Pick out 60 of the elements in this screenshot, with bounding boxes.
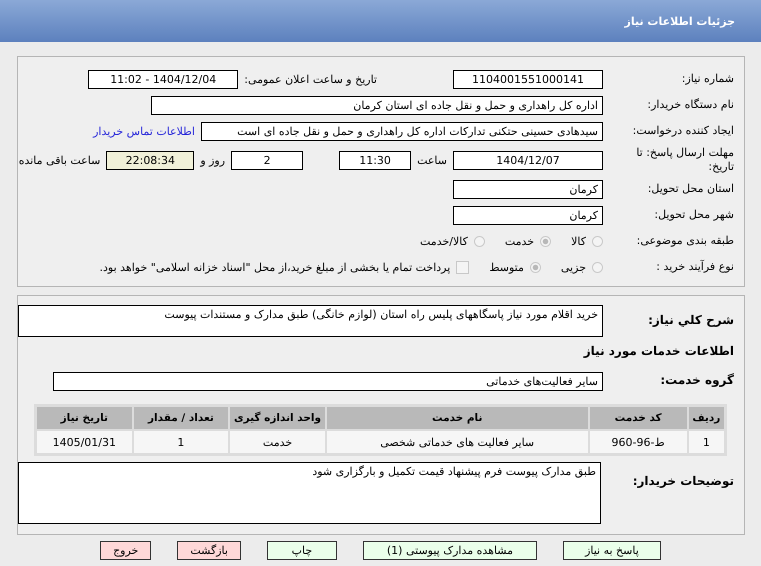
creator-field: سیدهادی حسینی حتکنی تدارکات اداره کل راهداری و حمل و نقل جاده ای است [201, 122, 603, 140]
buyer-field: اداره کل راهداری و حمل و نقل جاده ای استان کرمان [151, 96, 603, 114]
summary-textarea[interactable]: خرید اقلام مورد نیاز پاسگاههای پلیس راه استان (لوازم خانگی) طبق مدارک و مستندات پیوست [18, 305, 603, 337]
notes-textarea[interactable]: طبق مدارک پیوست فرم پیشنهاد قیمت تکمیل و بارگزاری شود [18, 462, 601, 524]
field-label: شرح کلي نياز: [647, 313, 734, 329]
time-label: ساعت [417, 154, 447, 166]
section-heading: اطلاعات خدمات مورد نیاز [584, 344, 734, 358]
option-label: کالا/خدمت [420, 234, 468, 248]
field-label: ایجاد کننده درخواست: [632, 124, 734, 138]
checkbox[interactable] [456, 260, 470, 274]
field-label: تاریخ و ساعت اعلان عمومی: [244, 72, 377, 86]
field-label: مهلت ارسال پاسخ: تا تاریخ: [635, 146, 734, 174]
option-label: پرداخت تمام یا بخشی از مبلغ خرید،از محل "اسناد خزانه اسلامی" خواهد بود. [100, 260, 450, 274]
table-cell: خدمت [230, 431, 325, 453]
need-number-field: 1104001551000141 [453, 70, 603, 88]
action-button[interactable]: پاسخ به نیاز [562, 541, 661, 560]
table-cell: ط-96-960 [590, 431, 687, 453]
field-label: نوع فرآیند خرید : [655, 260, 734, 274]
column-header: واحد اندازه گیری [230, 407, 325, 429]
province-field: کرمان [453, 180, 603, 198]
page-title: جزئیات اطلاعات نیاز [624, 14, 735, 28]
table-cell: 1405/01/31 [37, 431, 132, 453]
radio-button[interactable] [474, 236, 485, 246]
deadline-date-field: 1404/12/07 [453, 150, 603, 170]
radio-button[interactable] [530, 262, 541, 272]
option-label: خدمت [504, 234, 534, 248]
action-button[interactable]: خروج [100, 541, 152, 560]
days-field: 2 [231, 150, 304, 170]
action-button[interactable]: بازگشت [177, 541, 241, 560]
table-cell: 1 [688, 431, 724, 453]
option-label: متوسط [489, 260, 524, 274]
field-label: طبقه بندی موضوعی: [636, 234, 734, 248]
field-label: نام دستگاه خریدار: [646, 98, 734, 112]
field-label: استان محل تحویل: [646, 182, 734, 196]
column-header: تاریخ نیاز [37, 407, 132, 429]
contact-link[interactable]: اطلاعات تماس خریدار [93, 124, 195, 138]
remaining-label: ساعت باقی مانده [18, 154, 100, 166]
column-header: کد خدمت [590, 407, 687, 429]
option-label: جزیی [560, 260, 586, 274]
table-cell: 1 [134, 431, 228, 453]
table-cell: سایر فعالیت های خدماتی شخصی [326, 431, 588, 453]
radio-button[interactable] [592, 262, 603, 272]
column-header: نام خدمت [326, 407, 588, 429]
field-label: شماره نیاز: [680, 72, 734, 86]
service-group-field: سایر فعالیت‌های خدماتی [53, 372, 603, 390]
city-field: کرمان [453, 206, 603, 224]
column-header: تعداد / مقدار [134, 407, 228, 429]
option-label: کالا [571, 234, 586, 248]
field-label: گروه خدمت: [659, 373, 734, 389]
action-button[interactable]: مشاهده مدارک پیوستی (1) [362, 541, 537, 560]
remaining-time-field: 22:08:34 [106, 150, 194, 170]
field-label: شهر محل تحویل: [653, 208, 734, 222]
deadline-time-field: 11:30 [339, 150, 412, 170]
column-header: ردیف [688, 407, 724, 429]
radio-button[interactable] [592, 236, 603, 246]
days-label: روز و [200, 154, 226, 166]
announce-date-field: 1404/12/04 - 11:02 [88, 70, 238, 88]
action-button[interactable]: چاپ [266, 541, 337, 560]
radio-button[interactable] [540, 236, 552, 246]
field-label: توضیحات خریدار: [632, 474, 734, 490]
